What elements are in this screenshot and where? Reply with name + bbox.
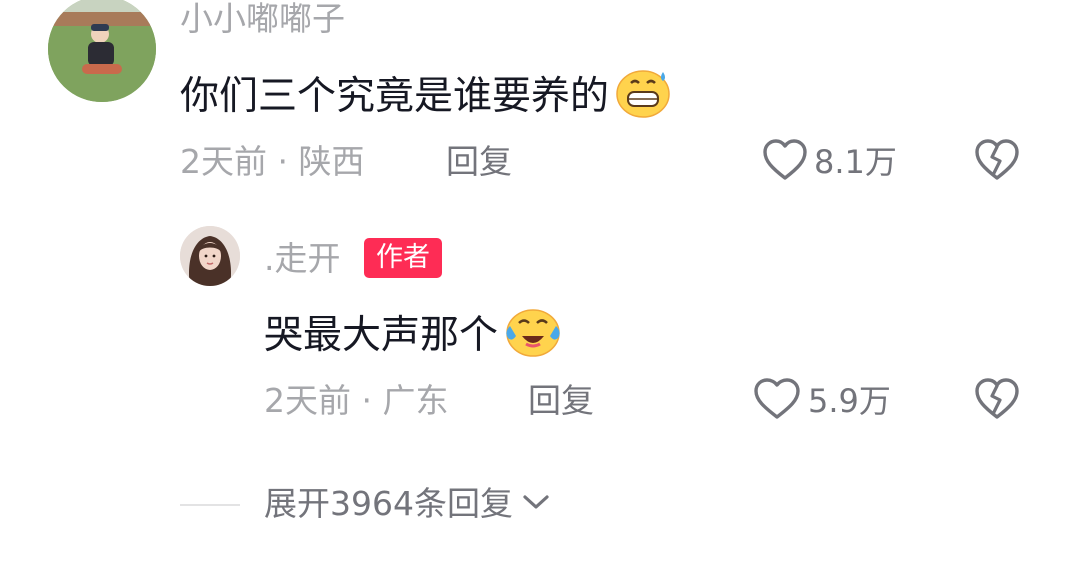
- avatar[interactable]: [180, 226, 240, 286]
- like-count: 8.1万: [814, 143, 897, 181]
- like-button[interactable]: 5.9万: [752, 377, 891, 425]
- reply-body: 哭最大声那个: [264, 313, 499, 358]
- divider: [180, 504, 240, 506]
- reply-button[interactable]: 回复: [528, 384, 594, 417]
- reply-text: 哭最大声那个: [264, 306, 562, 365]
- crying-laughing-emoji: [504, 306, 562, 365]
- comment-body: 你们三个究竟是谁要养的: [180, 74, 610, 119]
- comment-location: 陕西: [298, 142, 365, 181]
- reply-location: 广东: [382, 381, 449, 420]
- chevron-down-icon: [513, 492, 551, 516]
- meta-separator: ·: [361, 381, 383, 420]
- like-button[interactable]: 8.1万: [762, 138, 897, 186]
- heart-icon: [762, 138, 808, 186]
- broken-heart-icon[interactable]: [974, 138, 1020, 186]
- heart-icon: [752, 377, 802, 425]
- reply-button[interactable]: 回复: [446, 145, 512, 178]
- meta-separator: ·: [277, 142, 299, 181]
- reply-time: 2天前: [264, 381, 351, 420]
- comment-meta: 2天前 · 陕西: [180, 145, 364, 178]
- reply-meta: 2天前 · 广东: [264, 384, 448, 417]
- comment-time: 2天前: [180, 142, 267, 181]
- expand-replies-button[interactable]: 展开3964条回复: [264, 487, 551, 520]
- broken-heart-icon[interactable]: [974, 377, 1020, 425]
- like-count: 5.9万: [808, 382, 891, 420]
- avatar[interactable]: [48, 0, 156, 102]
- comment-username[interactable]: 小小嘟嘟子: [180, 2, 345, 35]
- grinning-sweat-emoji: [615, 68, 673, 125]
- comment-text: 你们三个究竟是谁要养的: [180, 68, 673, 125]
- reply-username[interactable]: .走开: [264, 242, 341, 275]
- expand-replies-label: 展开3964条回复: [264, 484, 513, 523]
- author-badge: 作者: [364, 238, 442, 278]
